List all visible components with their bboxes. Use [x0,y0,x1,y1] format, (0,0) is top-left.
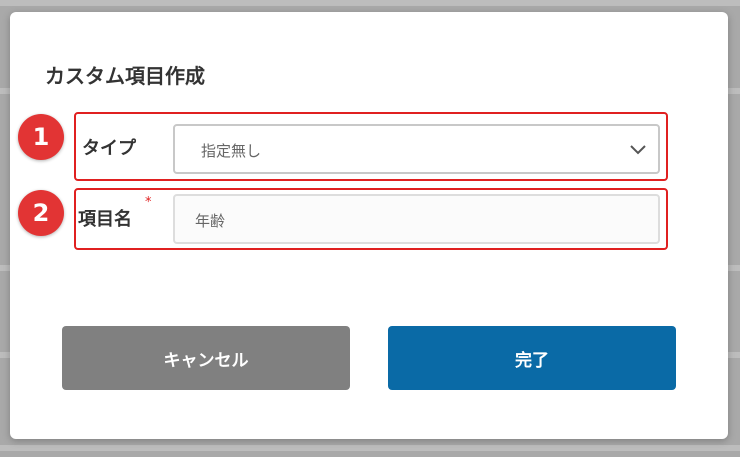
cancel-button[interactable]: キャンセル [62,326,350,390]
backdrop-row [0,0,740,6]
name-input-value: 年齢 [195,212,226,230]
step-badge-2: 2 [18,190,64,236]
type-select-value: 指定無し [201,142,262,160]
done-button[interactable]: 完了 [388,326,676,390]
required-mark: * [145,195,152,210]
custom-field-dialog: カスタム項目作成 1 2 タイプ 指定無し 項目名 * 年齢 キャンセル 完了 [10,12,728,439]
type-select[interactable]: 指定無し [173,124,660,174]
step-badge-1: 1 [18,114,64,160]
name-input[interactable]: 年齢 [173,194,660,244]
backdrop-row [0,445,740,451]
name-label: 項目名 [78,209,132,230]
dialog-title: カスタム項目作成 [45,64,205,88]
chevron-down-icon [630,145,646,155]
type-label: タイプ [82,138,136,159]
